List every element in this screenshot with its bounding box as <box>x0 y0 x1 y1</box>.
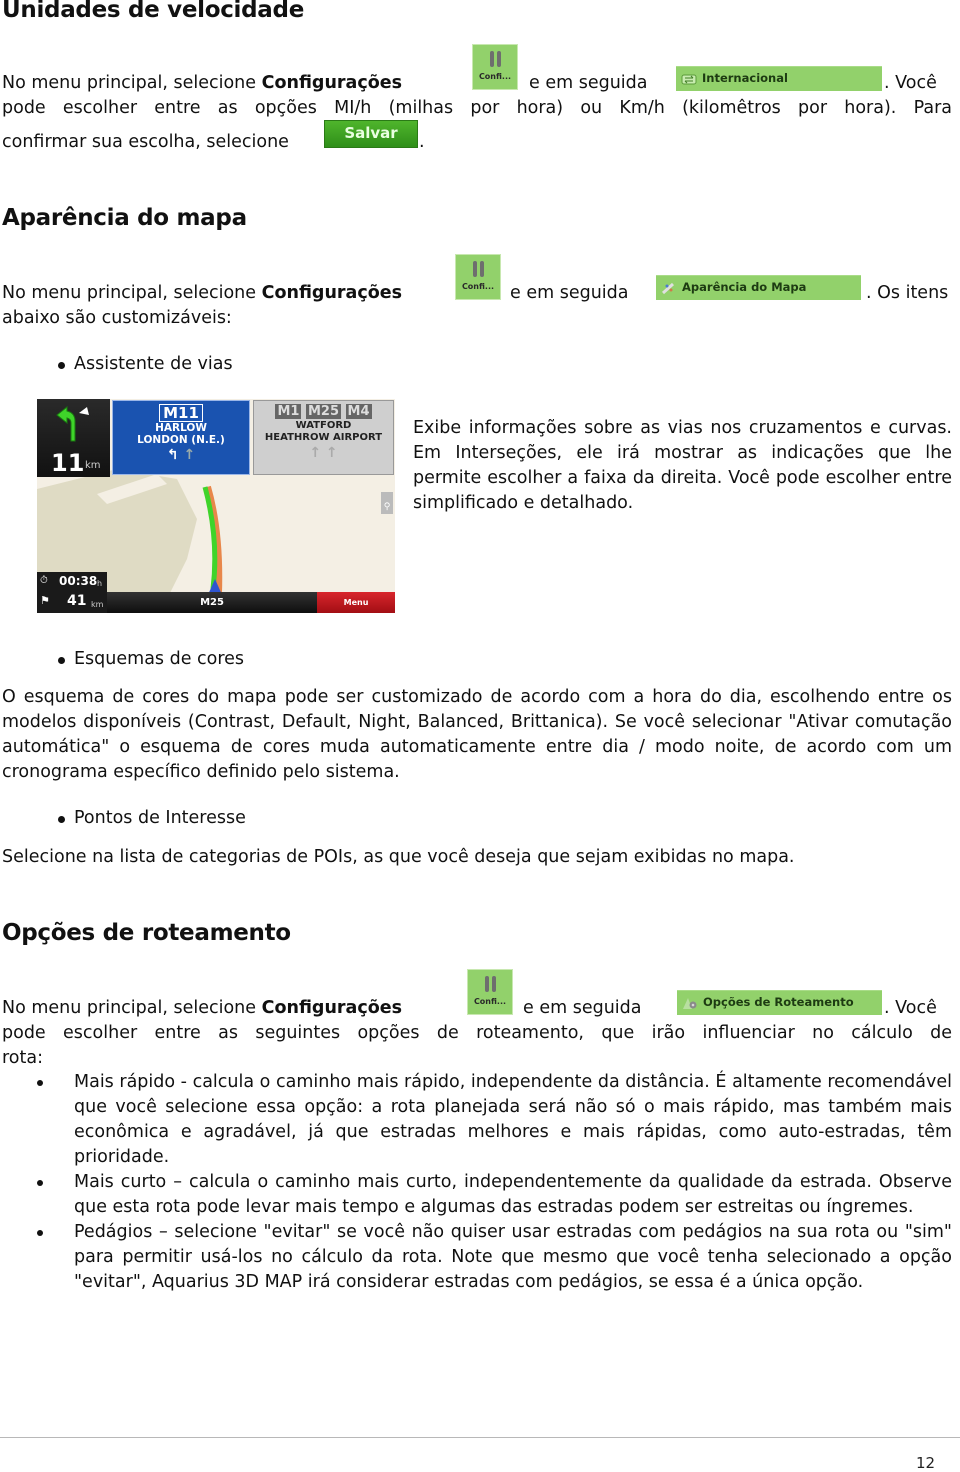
text: e em seguida <box>523 998 642 1018</box>
config-button[interactable]: Confi... <box>467 969 513 1015</box>
section-title-map-appearance: Aparência do mapa <box>2 205 247 231</box>
next-turn-distance: 11 <box>51 449 85 477</box>
config-button[interactable]: Confi... <box>472 44 518 90</box>
tools-icon <box>473 261 485 277</box>
zoom-icon: ⚲ <box>383 502 391 512</box>
config-bold-label: Configurações <box>261 998 403 1018</box>
tools-icon <box>485 976 497 992</box>
text: confirmar sua escolha, selecione <box>2 132 289 152</box>
poi-description: Selecione na lista de categorias de POIs… <box>2 847 795 867</box>
section-title-speed-units: Unidades de velocidade <box>2 0 304 23</box>
routing-options-list: Mais rápido - calcula o caminho mais ráp… <box>0 1070 952 1295</box>
remaining-unit: km <box>91 600 104 609</box>
sign-line: WATFORD <box>295 420 352 431</box>
zoom-control[interactable]: ⚲ <box>381 492 393 514</box>
clock-icon: ⏱ <box>40 575 48 586</box>
road-number: M11 <box>159 404 203 422</box>
lane-arrows-icon: ↰ ↑ <box>166 447 196 463</box>
eta-value: 00:38 <box>59 574 98 588</box>
next-turn-panel: 11 km <box>37 399 110 477</box>
config-button-label: Confi... <box>478 72 512 81</box>
bullet-icon <box>58 362 65 369</box>
turn-left-arrow-icon <box>56 405 89 442</box>
sign-line: HEATHROW AIRPORT <box>264 432 383 443</box>
section-title-routing-options: Opções de roteamento <box>2 920 291 946</box>
text: pode escolher entre as seguintes opções … <box>2 1023 952 1043</box>
color-schemes-description: O esquema de cores do mapa pode ser cust… <box>2 687 952 782</box>
text: . Você <box>884 998 937 1018</box>
speed-units-text-1: No menu principal, selecione Configuraçõ… <box>2 71 462 96</box>
menu-item-label: Opções de Roteamento <box>703 995 854 1009</box>
map-appearance-text-1: No menu principal, selecione Configuraçõ… <box>2 281 402 306</box>
routing-option-fastest: Mais rápido - calcula o caminho mais ráp… <box>0 1070 952 1170</box>
item-label-lane-assistant: Assistente de vias <box>74 354 233 374</box>
text: pode escolher entre as opções MI/h (milh… <box>2 98 952 118</box>
menu-item-map-appearance[interactable]: Aparência do Mapa <box>656 275 861 300</box>
brush-icon <box>661 282 675 295</box>
eta-unit: h <box>97 579 103 588</box>
menu-item-label: Internacional <box>702 71 788 85</box>
option-text: Mais rápido - calcula o caminho mais ráp… <box>74 1072 952 1167</box>
footer-divider <box>0 1437 960 1438</box>
bullet-icon <box>58 816 65 823</box>
road-sign-blue: M11 HARLOW LONDON (N.E.) ↰ ↑ <box>112 400 250 475</box>
config-button-label: Confi... <box>473 997 507 1006</box>
page-number: 12 <box>916 1454 936 1472</box>
bullet-icon <box>37 1230 43 1236</box>
routing-text-1: No menu principal, selecione Configuraçõ… <box>2 996 402 1021</box>
routing-option-shortest: Mais curto – calcula o caminho mais curt… <box>0 1170 952 1220</box>
option-text: Mais curto – calcula o caminho mais curt… <box>74 1172 952 1217</box>
menu-button[interactable]: Menu <box>317 592 395 613</box>
text: . Os itens <box>866 283 949 303</box>
speed-units-text-2: pode escolher entre as opções MI/h (milh… <box>2 96 952 121</box>
navigation-screenshot: 11 km M11 HARLOW LONDON (N.E.) ↰ ↑ M1 M2… <box>37 399 395 613</box>
menu-item-routing-options[interactable]: Opções de Roteamento <box>677 990 882 1015</box>
text: No menu principal, selecione <box>2 998 257 1018</box>
routing-text-2: pode escolher entre as seguintes opções … <box>2 1021 952 1046</box>
text: abaixo são customizáveis: <box>2 308 232 328</box>
config-bold-label: Configurações <box>261 73 403 93</box>
item-label-color-schemes: Esquemas de cores <box>74 649 245 669</box>
text: . <box>419 132 425 152</box>
checkered-flag-icon: ⚑ <box>40 594 50 607</box>
current-road-label: M25 <box>107 592 317 613</box>
road-number: M25 <box>305 404 342 419</box>
road-number: M4 <box>345 404 372 419</box>
config-bold-label: Configurações <box>261 283 403 303</box>
tools-icon <box>490 51 502 67</box>
remaining-distance: 41 <box>67 593 87 609</box>
routing-option-tolls: Pedágios – selecione "evitar" se você nã… <box>0 1220 952 1295</box>
bullet-icon <box>37 1180 43 1186</box>
text: No menu principal, selecione <box>2 73 257 93</box>
item-label-poi: Pontos de Interesse <box>74 808 246 828</box>
lane-assistant-description: Exibe informações sobre as vias nos cruz… <box>413 418 952 513</box>
sign-line: HARLOW <box>155 422 207 434</box>
text: No menu principal, selecione <box>2 283 257 303</box>
config-button-label: Confi... <box>461 282 495 291</box>
bullet-icon <box>37 1080 43 1086</box>
option-text: Pedágios – selecione "evitar" se você nã… <box>74 1222 952 1292</box>
text: . Você <box>884 73 937 93</box>
globe-arrows-icon <box>681 74 697 85</box>
save-button[interactable]: Salvar <box>324 120 418 148</box>
menu-item-internacional[interactable]: Internacional <box>676 66 882 91</box>
text: e em seguida <box>510 283 629 303</box>
road-sign-grey: M1 M25 M4 WATFORD HEATHROW AIRPORT ↑ ↑ <box>253 400 394 475</box>
text: rota: <box>2 1048 43 1068</box>
gear-road-icon <box>683 998 697 1009</box>
lane-arrows-icon: ↑ ↑ <box>309 445 338 461</box>
trip-info-panel: ⏱ 00:38 h ⚑ 41 km <box>37 572 107 613</box>
config-button[interactable]: Confi... <box>455 254 501 300</box>
text: e em seguida <box>529 73 648 93</box>
sign-line: LONDON (N.E.) <box>137 434 225 446</box>
road-number: M1 <box>275 404 302 419</box>
bullet-icon <box>58 657 65 664</box>
menu-item-label: Aparência do Mapa <box>682 280 807 294</box>
next-turn-unit: km <box>85 460 101 471</box>
